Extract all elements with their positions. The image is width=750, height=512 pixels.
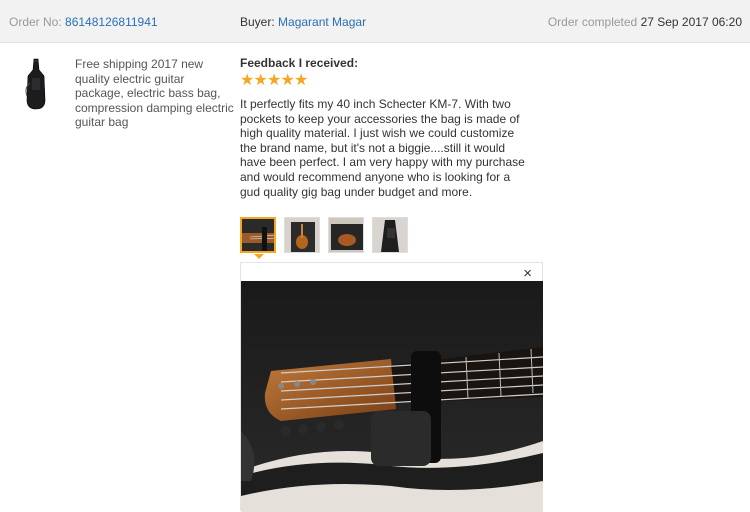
buyer-name-link[interactable]: Magarant Magar: [278, 15, 366, 29]
review-photo-thumb-2[interactable]: [284, 217, 320, 253]
order-number-label: Order No:: [9, 15, 62, 29]
order-number-link[interactable]: 86148126811941: [65, 15, 158, 29]
review-photo-large: [241, 281, 543, 512]
selected-thumb-caret: [254, 254, 264, 259]
buyer-label: Buyer:: [240, 15, 275, 29]
guitar-bag-icon: [25, 58, 46, 110]
star-icon: ★: [294, 72, 309, 89]
review-photo-thumb-1[interactable]: [240, 217, 276, 253]
review-photo-thumb-4[interactable]: [372, 217, 408, 253]
product-thumbnail[interactable]: [18, 56, 54, 112]
photo-thumb-image: [242, 219, 274, 251]
feedback-section: Feedback I received: ★ ★ ★ ★ ★ It perfectly …: [240, 56, 540, 199]
order-header: Order No: 86148126811941 Buyer: Magarant…: [0, 0, 750, 43]
feedback-heading: Feedback I received:: [240, 56, 359, 70]
order-status-date: 27 Sep 2017 06:20: [640, 15, 742, 29]
star-icon: ★: [280, 72, 295, 89]
star-icon: ★: [267, 72, 282, 89]
buyer-info: Buyer: Magarant Magar: [240, 15, 366, 29]
review-photo-thumbnails: [240, 217, 416, 253]
photo-viewer: ×: [240, 262, 543, 512]
photo-thumb-image: [373, 218, 407, 252]
feedback-text: It perfectly fits my 40 inch Schecter KM…: [240, 97, 525, 199]
product-title[interactable]: Free shipping 2017 new quality electric …: [75, 57, 235, 130]
star-icon: ★: [240, 72, 255, 89]
rating-stars: ★ ★ ★ ★ ★: [240, 73, 540, 91]
guitar-photo-image: [241, 281, 543, 512]
review-photo-thumb-3[interactable]: [328, 217, 364, 253]
order-number: Order No: 86148126811941: [9, 15, 158, 29]
photo-thumb-image: [329, 218, 363, 252]
order-status-label: Order completed: [547, 15, 638, 29]
photo-thumb-image: [285, 218, 319, 252]
star-icon: ★: [253, 72, 268, 89]
order-status: Order completed 27 Sep 2017 06:20: [548, 15, 742, 29]
